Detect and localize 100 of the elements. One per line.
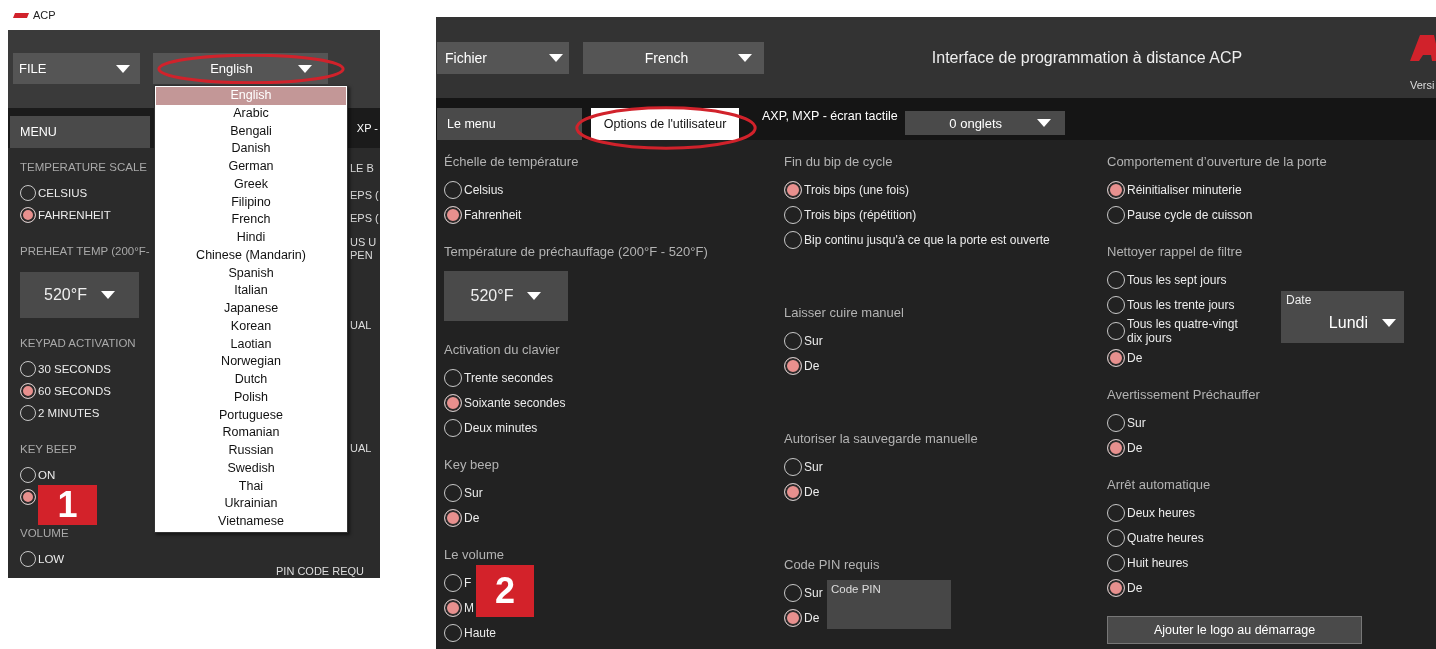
radio-label: Sur	[804, 333, 823, 348]
radio-label: Sur	[1127, 415, 1146, 430]
radio-label: Soixante secondes	[464, 395, 566, 410]
language-option[interactable]: Hindi	[156, 229, 346, 247]
section-heading: Nettoyer rappel de filtre	[1107, 243, 1243, 261]
tab-caption: AXP, MXP - écran tactile	[762, 109, 898, 123]
section-heading: Activation du clavier	[444, 341, 560, 359]
section-heading: KEYPAD ACTIVATION	[20, 336, 136, 351]
label-fragment: PEN	[350, 249, 373, 261]
section-heading: VOLUME	[20, 526, 69, 541]
language-option[interactable]: Italian	[156, 282, 346, 300]
language-option[interactable]: Bengali	[156, 122, 346, 141]
version-label: Versi	[1410, 79, 1436, 91]
radio-button[interactable]	[1107, 578, 1125, 597]
section-heading: Température de préchauffage (200°F - 520°F)	[444, 243, 708, 261]
radio-button[interactable]	[444, 508, 462, 527]
section-heading: Avertissement Préchauffer	[1107, 386, 1260, 404]
language-option[interactable]: French	[156, 211, 346, 229]
tab[interactable]: Le menu	[437, 108, 582, 140]
section-heading: KEY BEEP	[20, 442, 77, 457]
radio-label: Deux heures	[1127, 505, 1196, 520]
radio-label: F	[464, 575, 472, 590]
radio-label: Haute	[464, 625, 497, 640]
radio-label: Celsius	[464, 182, 504, 197]
caret-icon	[738, 54, 752, 62]
radio-label: De	[1127, 350, 1143, 365]
file-menu[interactable]: Fichier	[437, 42, 569, 74]
language-option[interactable]: Danish	[156, 140, 346, 158]
radio-label: De	[1127, 580, 1143, 595]
radio-label: Pause cycle de cuisson	[1127, 207, 1253, 222]
language-option[interactable]: Portuguese	[156, 406, 346, 425]
radio-button[interactable]	[1107, 438, 1125, 457]
language-option[interactable]: Norwegian	[156, 353, 346, 371]
radio-label: 2 MINUTES	[38, 407, 100, 419]
radio-button[interactable]	[1107, 348, 1125, 367]
caret-icon	[298, 64, 312, 73]
radio-button[interactable]	[20, 489, 36, 505]
radio-label: Tous les trente jours	[1127, 297, 1235, 312]
add-logo-button[interactable]: Ajouter le logo au démarrage	[1107, 616, 1362, 644]
language-option[interactable]: Japanese	[156, 300, 346, 318]
step-badge: 1	[38, 485, 97, 525]
section-heading: TEMPERATURE SCALE	[20, 160, 147, 175]
app-title: Interface de programmation à distance ACP	[930, 48, 1244, 68]
radio-button[interactable]	[444, 393, 462, 412]
language-option[interactable]: Vietnamese	[156, 513, 346, 531]
radio-button[interactable]	[20, 383, 36, 399]
section-heading: Code PIN requis	[784, 556, 880, 574]
logo-icon	[13, 12, 29, 18]
language-option[interactable]: Thai	[156, 477, 346, 496]
pin-field[interactable]: Code PIN	[827, 580, 951, 629]
step-badge: 2	[476, 565, 534, 617]
label-fragment: PIN CODE REQU	[276, 565, 364, 577]
section-heading: Fin du bip de cycle	[784, 153, 893, 171]
radio-button[interactable]	[784, 356, 802, 375]
language-option[interactable]: Russian	[156, 442, 346, 460]
language-option[interactable]: Korean	[156, 317, 346, 336]
temperature-menu[interactable]: 520°F	[444, 271, 568, 321]
language-option[interactable]: Arabic	[156, 104, 346, 123]
language-option[interactable]: Laotian	[156, 335, 346, 354]
temperature-menu[interactable]: 520°F	[20, 272, 139, 318]
radio-label: Tous les sept jours	[1127, 272, 1227, 287]
radio-label: CELSIUS	[38, 187, 88, 199]
logo-icon	[1410, 35, 1436, 61]
language-option[interactable]: Spanish	[156, 264, 346, 283]
tab-caption: XP -	[356, 122, 378, 134]
language-option[interactable]: Chinese (Mandarin)	[156, 246, 346, 265]
label-fragment: EPS (	[350, 212, 379, 224]
language-option[interactable]: Greek	[156, 175, 346, 194]
radio-label: De	[804, 610, 820, 625]
radio-button[interactable]	[784, 608, 802, 627]
radio-label: De	[804, 358, 820, 373]
radio-label: 30 SECONDS	[38, 363, 111, 375]
radio-button[interactable]	[20, 207, 36, 223]
radio-label: ON	[38, 469, 56, 481]
radio-button[interactable]	[784, 180, 802, 199]
language-option[interactable]: Filipino	[156, 193, 346, 212]
language-option[interactable]: Ukrainian	[156, 495, 346, 513]
language-option[interactable]: Swedish	[156, 459, 346, 478]
language-option[interactable]: Romanian	[156, 424, 346, 442]
caret-icon	[100, 291, 115, 299]
radio-button[interactable]	[444, 205, 462, 224]
radio-label: LOW	[38, 553, 65, 565]
tab[interactable]: Options de l'utilisateur	[591, 108, 739, 140]
language-menu[interactable]: French	[583, 42, 764, 74]
tab[interactable]: MENU	[10, 116, 150, 148]
file-menu[interactable]: FILE	[13, 53, 140, 84]
date-menu[interactable]: Date Lundi	[1281, 291, 1404, 343]
label-fragment: EPS (	[350, 189, 379, 201]
radio-button[interactable]	[444, 598, 462, 617]
section-heading: Laisser cuire manuel	[784, 304, 904, 322]
radio-label: Tous les quatre-vingt dix jours	[1127, 317, 1239, 345]
tabs-menu[interactable]: 0 onglets	[904, 111, 1065, 135]
radio-label: De	[1127, 440, 1143, 455]
caret-icon	[1382, 319, 1396, 327]
language-option[interactable]: German	[156, 158, 346, 176]
radio-button[interactable]	[784, 482, 802, 501]
radio-button[interactable]	[1107, 180, 1125, 199]
language-option[interactable]: Polish	[156, 388, 346, 407]
radio-label: Trois bips (répétition)	[804, 207, 917, 222]
language-option[interactable]: Dutch	[156, 371, 346, 389]
